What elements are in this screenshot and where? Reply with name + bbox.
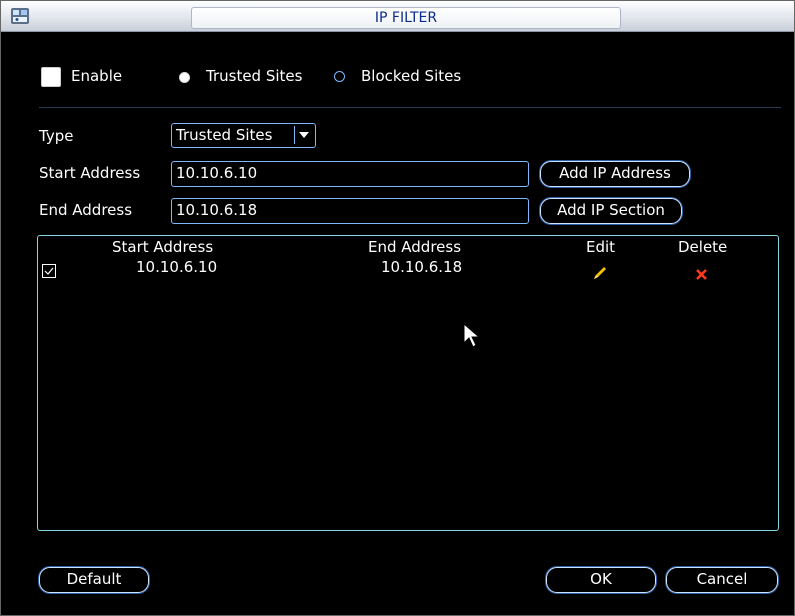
cancel-button[interactable]: Cancel — [666, 567, 778, 593]
delete-x-icon[interactable] — [695, 267, 708, 285]
ip-list-table: Start Address End Address Edit Delete 10… — [37, 235, 779, 531]
end-address-input[interactable]: 10.10.6.18 — [171, 198, 529, 224]
mouse-pointer-icon — [463, 322, 481, 353]
row-end-address: 10.10.6.18 — [381, 258, 463, 276]
title-bar: IP FILTER — [1, 1, 794, 32]
column-header-delete: Delete — [678, 238, 728, 256]
row-checkbox[interactable] — [42, 264, 56, 278]
app-logo-icon — [9, 5, 31, 27]
separator — [39, 107, 781, 108]
enable-checkbox[interactable] — [41, 67, 61, 87]
trusted-sites-label: Trusted Sites — [206, 67, 303, 85]
type-select-value: Trusted Sites — [176, 126, 273, 144]
ip-filter-window: IP FILTER Enable Trusted Sites Blocked S… — [0, 0, 795, 616]
column-header-start-address: Start Address — [112, 238, 214, 256]
start-address-input[interactable]: 10.10.6.10 — [171, 161, 529, 187]
trusted-sites-radio[interactable] — [179, 72, 190, 83]
pencil-icon[interactable] — [593, 266, 607, 284]
row-start-address: 10.10.6.10 — [136, 258, 218, 276]
default-button[interactable]: Default — [39, 567, 149, 593]
type-select[interactable]: Trusted Sites — [171, 123, 316, 148]
blocked-sites-label: Blocked Sites — [361, 67, 462, 85]
column-header-edit: Edit — [586, 238, 616, 256]
add-ip-address-button[interactable]: Add IP Address — [540, 161, 690, 187]
ok-button[interactable]: OK — [546, 567, 656, 593]
column-header-end-address: End Address — [368, 238, 462, 256]
end-address-label: End Address — [39, 201, 133, 219]
type-label: Type — [39, 127, 74, 145]
window-title: IP FILTER — [191, 7, 621, 29]
enable-label: Enable — [71, 67, 123, 85]
chevron-down-icon[interactable] — [294, 126, 313, 144]
start-address-label: Start Address — [39, 164, 141, 182]
add-ip-section-button[interactable]: Add IP Section — [540, 198, 682, 224]
blocked-sites-radio[interactable] — [334, 71, 345, 82]
